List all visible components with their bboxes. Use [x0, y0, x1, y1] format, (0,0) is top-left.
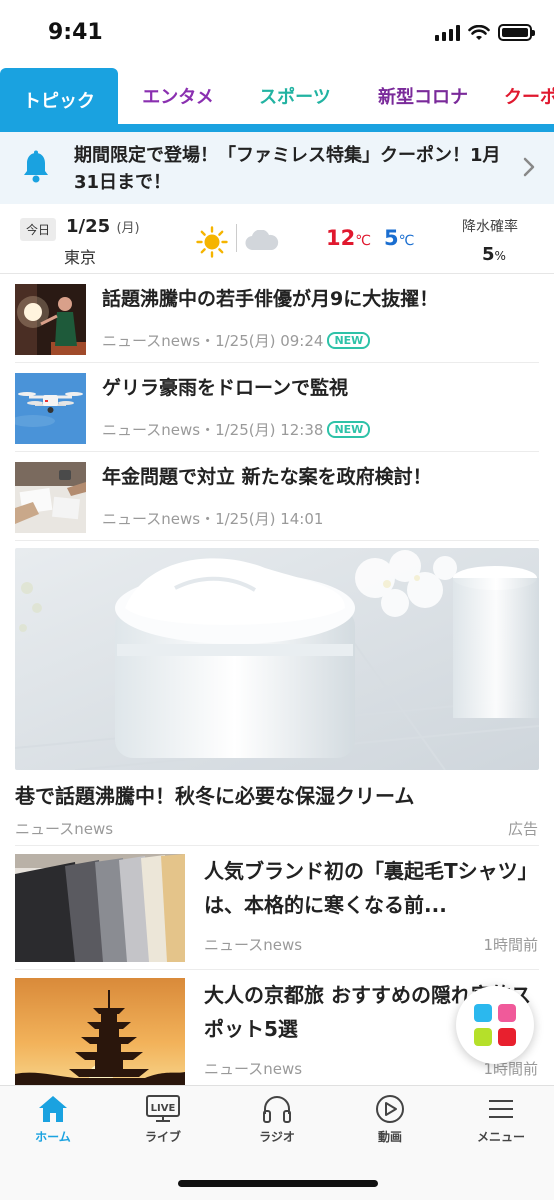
tab-topics[interactable]: トピック: [0, 68, 118, 132]
weather-widget[interactable]: 今日 1/25 (月) 東京 12℃ 5℃ 降水確率 5%: [0, 204, 554, 274]
new-badge: NEW: [327, 332, 371, 349]
nav-video[interactable]: 動画: [345, 1094, 435, 1145]
nav-live[interactable]: LIVE ライブ: [118, 1094, 208, 1145]
bell-icon: [24, 150, 48, 183]
ad-title: 巷で話題沸騰中！秋冬に必要な保湿クリーム: [15, 784, 415, 808]
nav-radio-label: ラジオ: [259, 1130, 295, 1144]
rain-probability-unit: %: [494, 249, 506, 263]
nav-live-label: ライブ: [144, 1130, 181, 1144]
news-thumbnail-meeting: [15, 462, 86, 533]
svg-text:LIVE: LIVE: [151, 1103, 176, 1114]
nav-home-label: ホーム: [35, 1130, 71, 1144]
apps-tile-red: [498, 1028, 516, 1046]
low-temperature: 5℃: [384, 226, 414, 250]
tab-covid[interactable]: 新型コロナ: [362, 68, 484, 124]
rain-probability-value: 5: [482, 244, 495, 265]
news-thumbnail-drone: [15, 373, 86, 444]
rain-probability: 5%: [482, 244, 506, 265]
tab-coupon[interactable]: クーポ: [504, 68, 554, 124]
high-temperature-unit: ℃: [355, 233, 371, 249]
article-source: ニュースnews: [204, 1060, 303, 1078]
high-temperature: 12℃: [326, 226, 371, 250]
apps-tile-pink: [498, 1004, 516, 1022]
notice-banner[interactable]: 期間限定で登場！「ファミレス特集」クーポン！1月31日まで！: [0, 132, 554, 204]
article-source: ニュースnews: [204, 936, 303, 954]
news-item[interactable]: ゲリラ豪雨をドローンで監視 ニュースnews・1/25(月) 12:38 NEW: [0, 363, 554, 452]
cloud-icon: [245, 230, 279, 251]
cellular-signal-icon: [435, 24, 460, 41]
article-thumbnail-pagoda: [15, 978, 185, 1086]
article-time: 1時間前: [483, 936, 538, 954]
nav-radio[interactable]: ラジオ: [232, 1094, 322, 1145]
battery-icon: [498, 24, 535, 41]
weather-city: 東京: [64, 248, 97, 267]
weather-divider: [236, 224, 237, 252]
news-item[interactable]: 話題沸騰中の若手俳優が月9に大抜擢！ ニュースnews・1/25(月) 09:2…: [0, 274, 554, 363]
divider: [15, 540, 539, 541]
nav-menu[interactable]: メニュー: [456, 1094, 546, 1145]
news-item[interactable]: 年金問題で対立 新たな案を政府検討！ ニュースnews・1/25(月) 14:0…: [0, 452, 554, 541]
ad-image-cream-jar: [15, 548, 539, 770]
sun-icon: [196, 226, 228, 258]
status-icons: [435, 24, 535, 41]
headphones-icon: [263, 1096, 291, 1123]
apps-launcher-button[interactable]: [456, 986, 534, 1064]
low-temperature-unit: ℃: [398, 233, 415, 249]
news-meta: ニュースnews・1/25(月) 14:01: [102, 508, 323, 529]
weather-day-of-week: (月): [116, 221, 140, 236]
category-tabs: トピック エンタメ スポーツ 新型コロナ クーポ: [0, 68, 554, 132]
article-thumbnail-tshirts: [15, 854, 185, 962]
news-headline: 話題沸騰中の若手俳優が月9に大抜擢！: [102, 288, 439, 310]
today-badge: 今日: [20, 218, 57, 241]
menu-icon: [489, 1100, 513, 1118]
news-headline: ゲリラ豪雨をドローンで監視: [102, 377, 349, 399]
nav-home[interactable]: ホーム: [8, 1094, 98, 1145]
tab-sports[interactable]: スポーツ: [244, 68, 346, 124]
weather-date: 1/25 (月): [66, 216, 140, 237]
ad-source: ニュースnews: [15, 820, 114, 838]
status-time: 9:41: [48, 20, 103, 45]
status-bar: 9:41: [0, 0, 554, 66]
apps-tile-green: [474, 1028, 492, 1046]
ad-card[interactable]: 巷で話題沸騰中！秋冬に必要な保湿クリーム ニュースnews 広告: [0, 548, 554, 846]
news-source-time: ニュースnews・1/25(月) 14:01: [102, 510, 324, 528]
home-indicator: [178, 1180, 378, 1187]
apps-tile-blue: [474, 1004, 492, 1022]
news-headline: 年金問題で対立 新たな案を政府検討！: [102, 466, 432, 488]
news-source-time: ニュースnews・1/25(月) 09:24: [102, 332, 324, 350]
news-thumbnail-actor: [15, 284, 86, 355]
new-badge: NEW: [327, 421, 371, 438]
home-icon: [39, 1096, 67, 1122]
notice-text: 期間限定で登場！「ファミレス特集」クーポン！1月31日まで！: [74, 145, 501, 193]
ad-label: 広告: [507, 820, 538, 838]
high-temperature-value: 12: [326, 226, 356, 250]
news-meta: ニュースnews・1/25(月) 12:38 NEW: [102, 419, 371, 440]
nav-video-label: 動画: [377, 1130, 402, 1144]
low-temperature-value: 5: [384, 226, 399, 250]
tab-entertainment[interactable]: エンタメ: [126, 68, 230, 124]
weather-date-value: 1/25: [66, 216, 111, 237]
article-title: 人気ブランド初の「裏起毛Tシャツ」は、本格的に寒くなる前...: [204, 859, 538, 917]
chevron-right-icon: [523, 157, 535, 177]
live-tv-icon: LIVE: [146, 1095, 180, 1122]
play-icon: [376, 1095, 404, 1123]
nav-menu-label: メニュー: [476, 1130, 525, 1144]
news-source-time: ニュースnews・1/25(月) 12:38: [102, 421, 324, 439]
rain-probability-label: 降水確率: [462, 219, 518, 235]
wifi-icon: [468, 24, 490, 40]
news-meta: ニュースnews・1/25(月) 09:24 NEW: [102, 330, 371, 351]
article-item[interactable]: 人気ブランド初の「裏起毛Tシャツ」は、本格的に寒くなる前... ニュースnews…: [0, 846, 554, 970]
